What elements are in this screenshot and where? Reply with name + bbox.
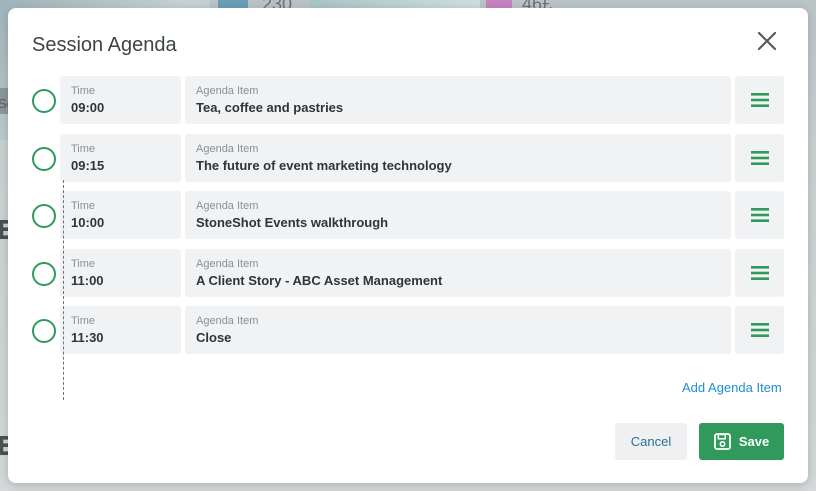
agenda-item-value: StoneShot Events walkthrough xyxy=(196,215,389,230)
floppy-disk-icon xyxy=(713,433,731,450)
time-value: 09:00 xyxy=(71,100,105,115)
save-button-label: Save xyxy=(738,434,770,449)
drag-handle-icon xyxy=(750,323,769,337)
time-field[interactable]: Time 11:30 xyxy=(60,306,181,354)
agenda-item-label: Agenda Item xyxy=(196,315,259,327)
cancel-button[interactable]: Cancel xyxy=(615,423,687,460)
agenda-item-field[interactable]: Agenda Item A Client Story - ABC Asset M… xyxy=(185,248,731,297)
agenda-row: Time 09:15 Agenda Item The future of eve… xyxy=(28,133,788,182)
drag-handle[interactable] xyxy=(735,248,784,297)
agenda-item-label: Agenda Item xyxy=(196,85,259,97)
agenda-item-field[interactable]: Agenda Item Close xyxy=(185,306,731,354)
time-label: Time xyxy=(71,315,96,327)
save-button[interactable]: Save xyxy=(699,423,784,460)
drag-handle-icon xyxy=(750,265,769,280)
agenda-list: Time 09:00 Agenda Item Tea, coffee and p… xyxy=(28,76,788,400)
time-field[interactable]: Time 10:00 xyxy=(60,191,181,239)
timeline-dot-icon xyxy=(32,89,56,113)
time-field[interactable]: Time 11:00 xyxy=(60,248,181,297)
drag-handle-icon xyxy=(750,93,769,107)
time-field[interactable]: Time 09:15 xyxy=(60,133,181,182)
drag-handle[interactable] xyxy=(735,76,784,124)
agenda-item-value: Close xyxy=(196,330,232,345)
time-field[interactable]: Time 09:00 xyxy=(60,76,181,124)
agenda-item-value: Tea, coffee and pastries xyxy=(196,100,344,115)
timeline-dot-icon xyxy=(32,261,56,286)
drag-handle[interactable] xyxy=(735,306,784,354)
agenda-item-field[interactable]: Agenda Item The future of event marketin… xyxy=(185,133,731,182)
time-label: Time xyxy=(71,142,96,155)
agenda-item-label: Agenda Item xyxy=(196,142,259,155)
agenda-item-value: A Client Story - ABC Asset Management xyxy=(196,272,443,288)
time-label: Time xyxy=(71,200,96,212)
timeline-dot-icon xyxy=(32,204,56,228)
close-button[interactable] xyxy=(754,28,780,54)
timeline-connector xyxy=(63,180,64,400)
agenda-item-label: Agenda Item xyxy=(196,200,259,212)
agenda-row: Time 09:00 Agenda Item Tea, coffee and p… xyxy=(28,76,788,124)
agenda-row: Time 11:30 Agenda Item Close xyxy=(28,306,788,354)
time-value: 11:00 xyxy=(71,272,104,288)
agenda-item-label: Agenda Item xyxy=(196,257,259,270)
agenda-row: Time 10:00 Agenda Item StoneShot Events … xyxy=(28,191,788,239)
close-icon xyxy=(757,31,777,51)
drag-handle-icon xyxy=(750,150,769,165)
timeline-dot-icon xyxy=(32,146,56,171)
modal-title: Session Agenda xyxy=(32,34,177,56)
session-agenda-modal: Session Agenda Time 09:00 Agenda Item Te… xyxy=(8,8,808,483)
agenda-item-field[interactable]: Agenda Item StoneShot Events walkthrough xyxy=(185,191,731,239)
agenda-item-value: The future of event marketing technology xyxy=(196,157,452,173)
drag-handle[interactable] xyxy=(735,191,784,239)
time-value: 11:30 xyxy=(71,330,104,345)
agenda-item-field[interactable]: Agenda Item Tea, coffee and pastries xyxy=(185,76,731,124)
agenda-row: Time 11:00 Agenda Item A Client Story - … xyxy=(28,248,788,297)
timeline-dot-icon xyxy=(32,319,56,343)
time-label: Time xyxy=(71,257,96,270)
add-agenda-item-link[interactable]: Add Agenda Item xyxy=(682,380,782,395)
drag-handle[interactable] xyxy=(735,133,784,182)
time-value: 10:00 xyxy=(71,215,105,230)
drag-handle-icon xyxy=(750,208,769,222)
time-label: Time xyxy=(71,85,96,97)
time-value: 09:15 xyxy=(71,157,105,173)
